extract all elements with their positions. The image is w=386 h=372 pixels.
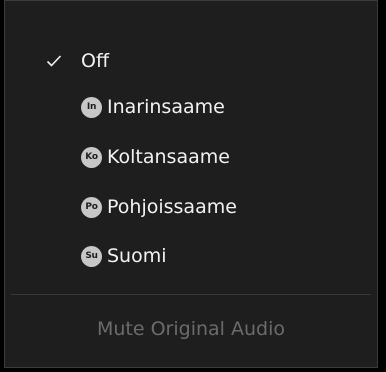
menu-item-label: Suomi — [107, 245, 167, 267]
language-badge-icon: Su — [81, 245, 102, 267]
menu-item-suomi[interactable]: Su Suomi — [5, 234, 377, 278]
mute-original-audio-item[interactable]: Mute Original Audio — [5, 307, 377, 351]
checkmark-icon — [45, 52, 63, 70]
language-badge-icon: In — [81, 96, 102, 118]
menu-item-label: Inarinsaame — [107, 96, 225, 118]
language-badge-icon: Po — [81, 196, 102, 218]
menu-item-label: Pohjoissaame — [107, 196, 237, 218]
menu-divider — [11, 294, 371, 295]
menu-item-pohjoissaame[interactable]: Po Pohjoissaame — [5, 185, 377, 229]
menu-item-koltansaame[interactable]: Ko Koltansaame — [5, 135, 377, 179]
menu-item-off[interactable]: Off — [5, 39, 377, 83]
menu-item-label: Koltansaame — [107, 146, 230, 168]
interpretation-language-menu: Off In Inarinsaame Ko Koltansaame Po Poh… — [4, 0, 378, 368]
menu-item-label: Off — [81, 50, 110, 72]
menu-item-inarinsaame[interactable]: In Inarinsaame — [5, 85, 377, 129]
language-badge-icon: Ko — [81, 146, 102, 168]
